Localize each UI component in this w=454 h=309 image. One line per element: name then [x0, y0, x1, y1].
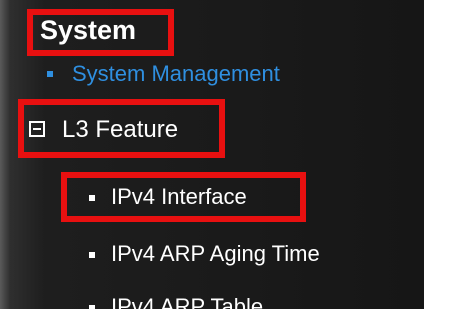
highlight-box-ipv4-interface: [61, 172, 306, 222]
bullet-icon: [47, 71, 53, 77]
bullet-icon: [89, 305, 95, 309]
highlight-box-l3-feature: [18, 99, 225, 158]
nav-link-system-management[interactable]: System Management: [72, 63, 280, 85]
highlight-box-system: [27, 9, 174, 56]
nav-item-ipv4-arp-table[interactable]: IPv4 ARP Table: [111, 296, 263, 309]
nav-panel: System System Management L3 Feature IPv4…: [0, 0, 424, 309]
bullet-icon: [89, 252, 95, 258]
nav-item-ipv4-arp-aging-time[interactable]: IPv4 ARP Aging Time: [111, 243, 320, 265]
